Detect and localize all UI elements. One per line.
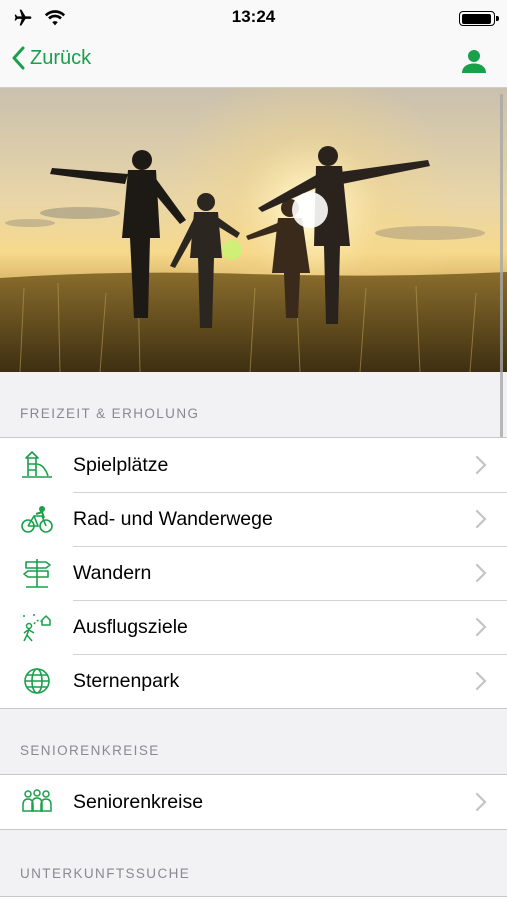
globe-icon [24, 668, 50, 694]
list-group-seniorenkreise: Seniorenkreise [0, 774, 507, 830]
list-item-sternenpark[interactable]: Sternenpark [0, 654, 507, 708]
back-button-label: Zurück [30, 46, 92, 69]
section-header-seniorenkreise: SENIORENKREISE [20, 743, 160, 758]
group-icon [22, 789, 52, 812]
list-item-label: Spielplätze [73, 453, 169, 476]
chevron-right-icon [475, 509, 487, 529]
list-group-unterkunftssuche [0, 896, 507, 900]
navigation-bar: Zurück [0, 36, 507, 88]
list-item-rad-wanderwege[interactable]: Rad- und Wanderwege [0, 492, 507, 546]
profile-icon[interactable] [461, 48, 487, 74]
list-item-label: Seniorenkreise [73, 790, 204, 813]
chevron-right-icon [475, 792, 487, 812]
chevron-right-icon [475, 455, 487, 475]
list-item-label: Rad- und Wanderwege [73, 507, 273, 530]
hero-image [0, 88, 507, 372]
bicycle-icon [21, 506, 53, 533]
list-item-label: Sternenpark [73, 669, 180, 692]
signpost-icon [23, 559, 51, 588]
chevron-right-icon [475, 671, 487, 691]
list-item-label: Ausflugsziele [73, 615, 188, 638]
list-item-wandern[interactable]: Wandern [0, 546, 507, 600]
list-group-freizeit: Spielplätze Rad- und Wanderwege Wandern [0, 437, 507, 709]
list-item-spielplaetze[interactable]: Spielplätze [0, 438, 507, 492]
battery-icon [459, 11, 499, 26]
hiking-destination-icon [23, 614, 51, 642]
list-item-ausflugsziele[interactable]: Ausflugsziele [0, 600, 507, 654]
section-header-freizeit: FREIZEIT & ERHOLUNG [20, 406, 200, 421]
chevron-right-icon [475, 563, 487, 583]
chevron-right-icon [475, 617, 487, 637]
playground-icon [22, 451, 52, 478]
status-time: 13:24 [231, 7, 276, 26]
section-header-unterkunftssuche: UNTERKUNFTSSUCHE [20, 866, 191, 881]
chevron-left-icon [12, 46, 25, 70]
back-button[interactable]: Zurück [12, 46, 91, 70]
list-item-label: Wandern [73, 561, 152, 584]
status-bar: 13:24 [0, 0, 507, 36]
list-item-seniorenkreise[interactable]: Seniorenkreise [0, 775, 507, 829]
